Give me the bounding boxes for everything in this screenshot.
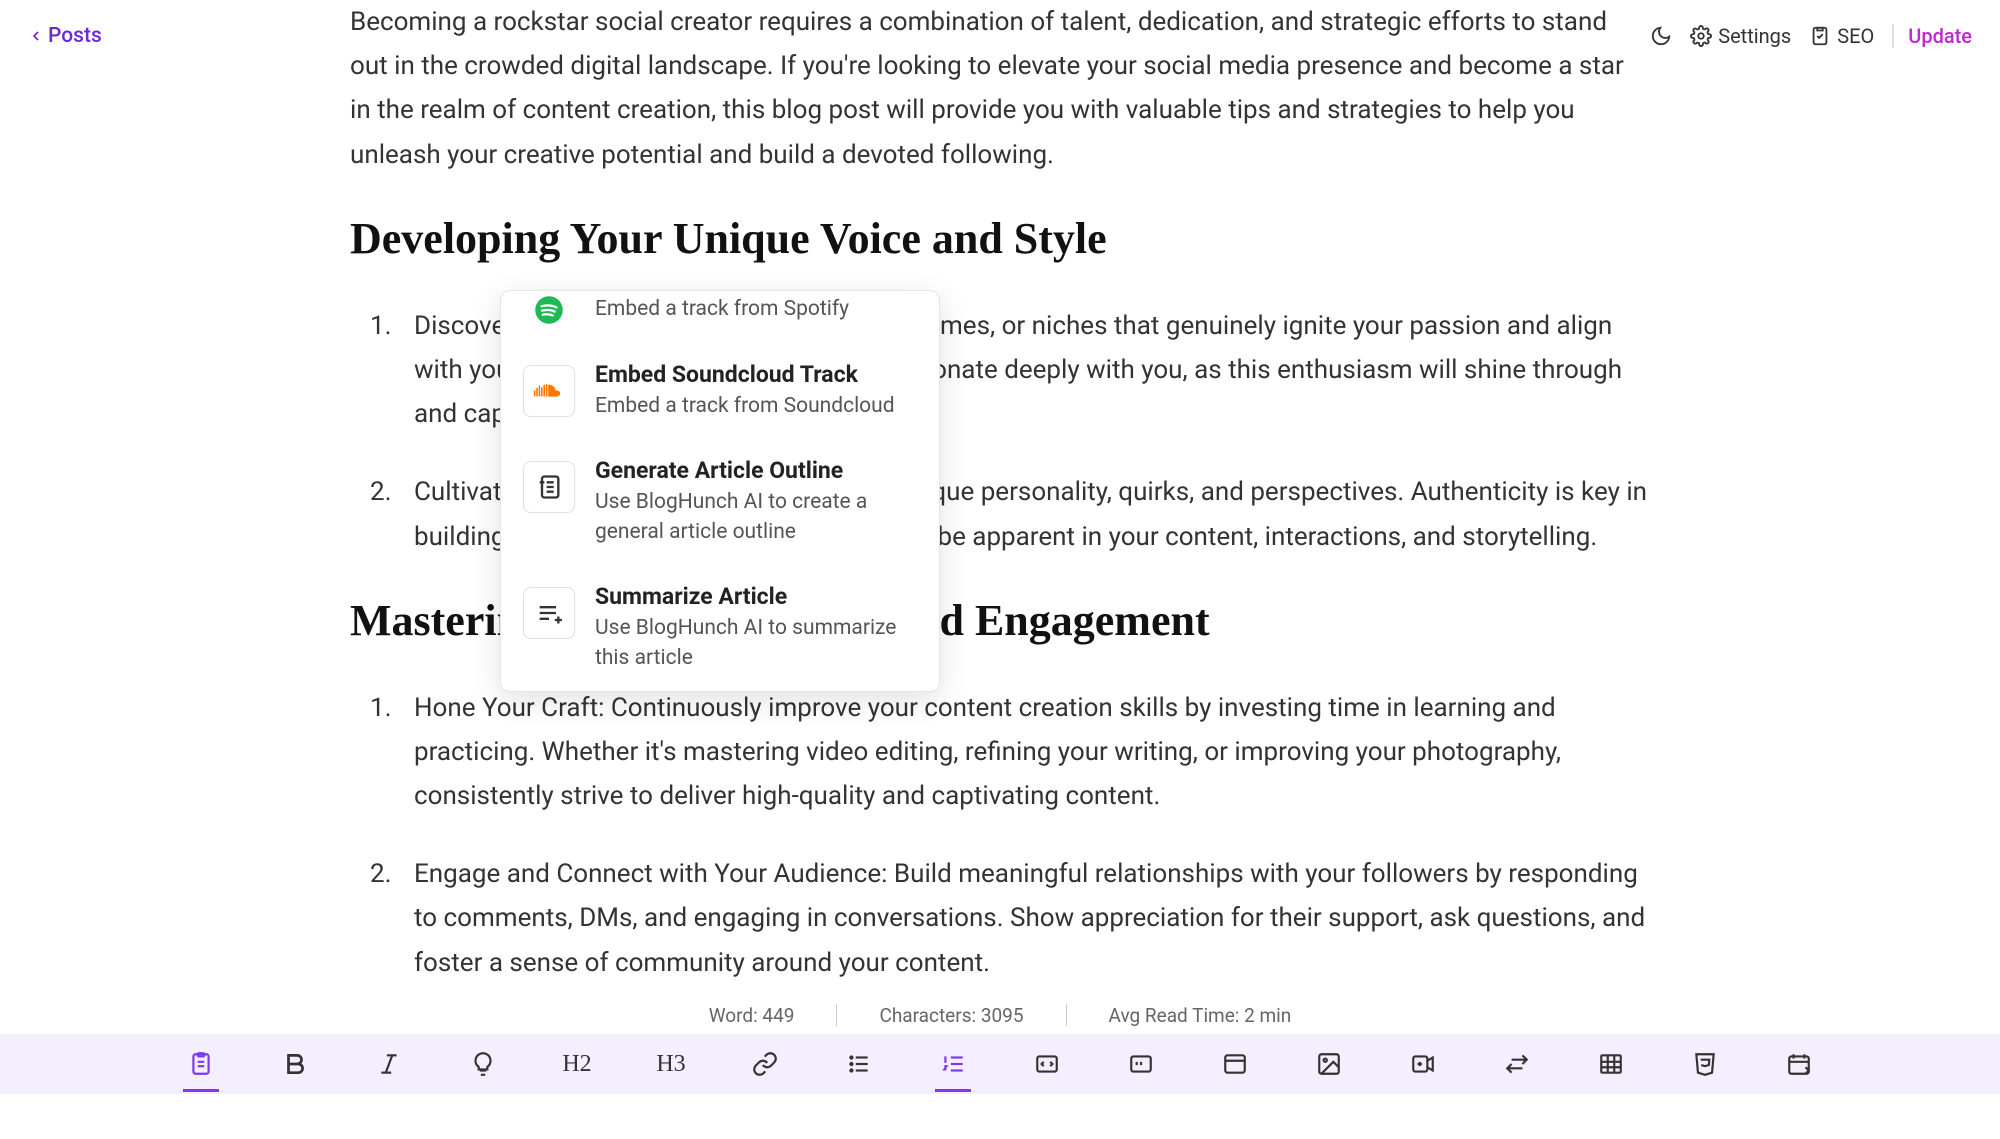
menu-item-desc: Use BlogHunch AI to summarize this artic…	[595, 614, 917, 673]
slash-command-menu: Embed a track from Spotify Embed Soundcl…	[500, 290, 940, 692]
update-button[interactable]: Update	[1892, 24, 1972, 48]
bold-icon	[282, 1051, 308, 1077]
back-label: Posts	[48, 24, 102, 48]
read-time: Avg Read Time: 2 min	[1091, 1004, 1310, 1027]
hero-button[interactable]	[1211, 1040, 1259, 1088]
dark-mode-toggle[interactable]	[1650, 25, 1672, 47]
list-item: Engage and Connect with Your Audience: B…	[370, 852, 1650, 985]
menu-item-embed-spotify[interactable]: Embed a track from Spotify	[501, 291, 939, 343]
editor-content[interactable]: Becoming a rockstar social creator requi…	[0, 0, 2000, 1139]
menu-item-desc: Embed a track from Spotify	[595, 295, 917, 324]
menu-item-desc: Embed a track from Soundcloud	[595, 392, 917, 421]
ordered-list-2: Hone Your Craft: Continuously improve yo…	[350, 686, 1650, 985]
editor-toolbar: H2 H3	[0, 1034, 2000, 1094]
h2-label: H2	[562, 1051, 591, 1078]
table-button[interactable]	[1587, 1040, 1635, 1088]
bullet-list-button[interactable]	[835, 1040, 883, 1088]
link-button[interactable]	[741, 1040, 789, 1088]
seo-button[interactable]: SEO	[1809, 24, 1874, 48]
html-button[interactable]	[1681, 1040, 1729, 1088]
embed-button[interactable]	[1775, 1040, 1823, 1088]
menu-item-summarize[interactable]: Summarize Article Use BlogHunch AI to su…	[501, 565, 939, 691]
layout-top-icon	[1222, 1051, 1248, 1077]
quote-icon	[1128, 1051, 1154, 1077]
html5-icon	[1692, 1051, 1718, 1077]
code-block-button[interactable]	[1023, 1040, 1071, 1088]
menu-item-title: Embed Soundcloud Track	[595, 361, 917, 388]
summarize-icon	[535, 599, 563, 627]
divider	[836, 1004, 837, 1026]
heading2-button[interactable]: H2	[553, 1040, 601, 1088]
moon-icon	[1650, 25, 1672, 47]
seo-label: SEO	[1837, 24, 1874, 48]
italic-icon	[376, 1051, 402, 1077]
settings-button[interactable]: Settings	[1690, 24, 1791, 48]
menu-item-generate-outline[interactable]: Generate Article Outline Use BlogHunch A…	[501, 439, 939, 565]
arrows-button[interactable]	[1493, 1040, 1541, 1088]
blockquote-button[interactable]	[1117, 1040, 1165, 1088]
idea-button[interactable]	[459, 1040, 507, 1088]
code-block-icon	[1034, 1051, 1060, 1077]
paragraph-button[interactable]	[177, 1040, 225, 1088]
menu-item-title: Summarize Article	[595, 583, 917, 610]
h3-label: H3	[656, 1051, 685, 1078]
divider	[1066, 1004, 1067, 1026]
list-ul-icon	[846, 1051, 872, 1077]
update-label: Update	[1908, 24, 1972, 48]
image-button[interactable]	[1305, 1040, 1353, 1088]
chevron-left-icon	[28, 28, 44, 44]
soundcloud-icon	[533, 381, 565, 401]
ordered-list-button[interactable]	[929, 1040, 977, 1088]
image-icon	[1316, 1051, 1342, 1077]
lightbulb-icon	[470, 1051, 496, 1077]
editor-stats-bar: Word: 449 Characters: 3095 Avg Read Time…	[0, 996, 2000, 1034]
heading3-button[interactable]: H3	[647, 1040, 695, 1088]
outline-icon	[535, 473, 563, 501]
clipboard-list-icon	[188, 1051, 214, 1077]
bold-button[interactable]	[271, 1040, 319, 1088]
link-icon	[752, 1051, 778, 1077]
video-button[interactable]	[1399, 1040, 1447, 1088]
video-plus-icon	[1410, 1051, 1436, 1077]
table-icon	[1598, 1051, 1624, 1077]
heading-1: Developing Your Unique Voice and Style	[350, 213, 1650, 264]
settings-label: Settings	[1718, 24, 1791, 48]
menu-item-embed-soundcloud[interactable]: Embed Soundcloud Track Embed a track fro…	[501, 343, 939, 439]
italic-button[interactable]	[365, 1040, 413, 1088]
swap-arrows-icon	[1504, 1051, 1530, 1077]
list-ol-icon	[940, 1051, 966, 1077]
gear-icon	[1690, 25, 1712, 47]
word-count: Word: 449	[691, 1004, 813, 1027]
char-count: Characters: 3095	[861, 1004, 1041, 1027]
clipboard-check-icon	[1809, 25, 1831, 47]
calendar-add-icon	[1786, 1051, 1812, 1077]
menu-item-desc: Use BlogHunch AI to create a general art…	[595, 488, 917, 547]
list-item: Hone Your Craft: Continuously improve yo…	[370, 686, 1650, 819]
spotify-icon	[534, 295, 564, 325]
back-to-posts-link[interactable]: Posts	[28, 24, 102, 48]
menu-item-title: Generate Article Outline	[595, 457, 917, 484]
